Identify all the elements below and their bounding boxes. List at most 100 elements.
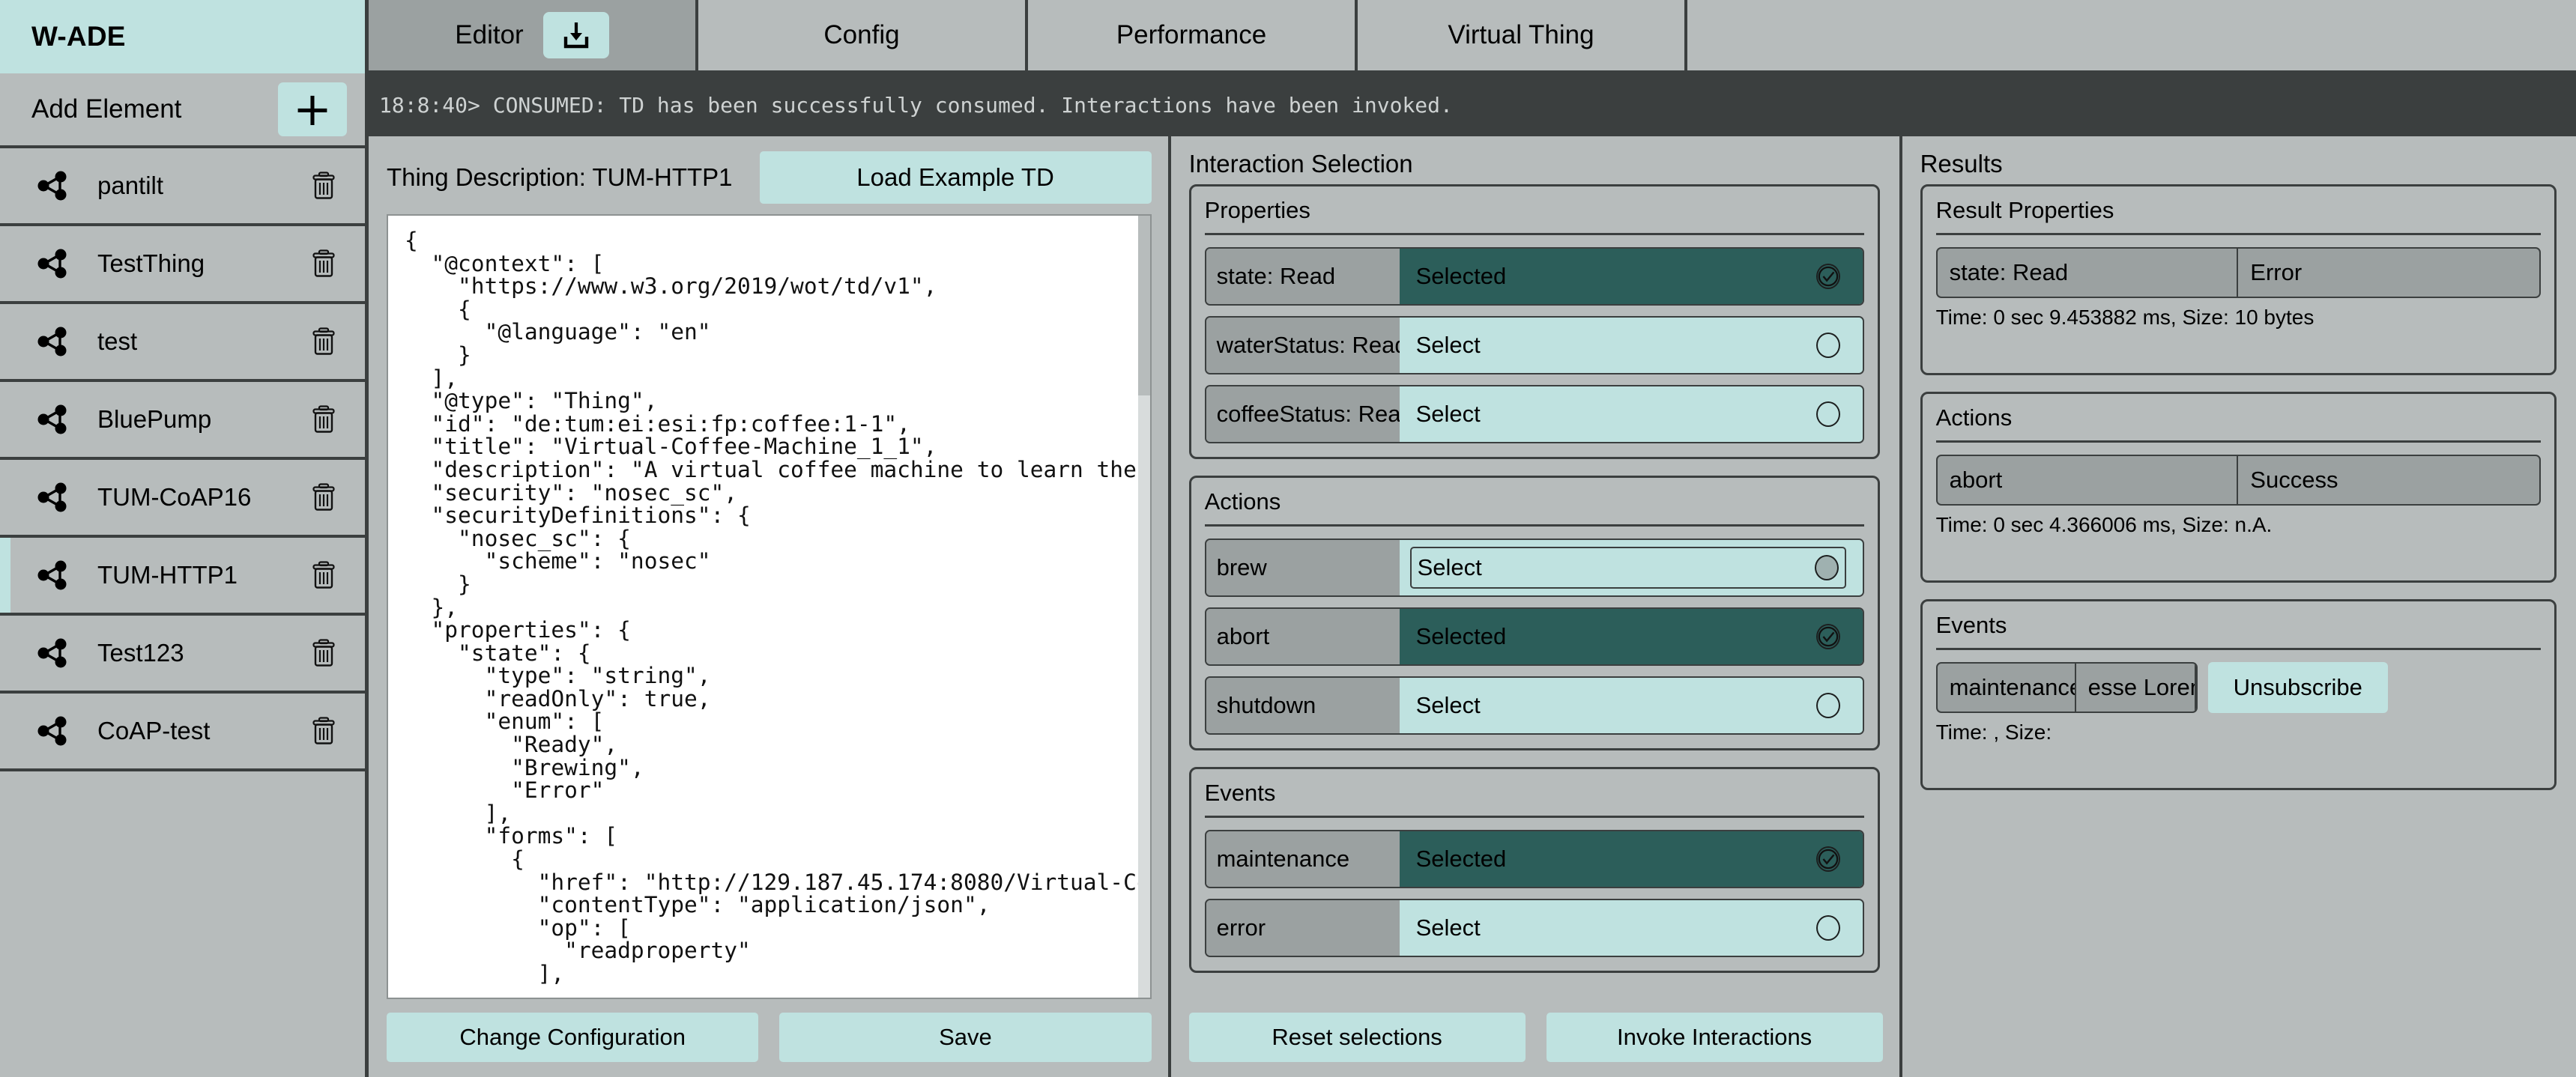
share-nodes-icon (22, 248, 84, 279)
result-meta: Time: 0 sec 9.453882 ms, Size: 10 bytes (1935, 306, 2315, 329)
interaction-row-label: brew (1206, 540, 1400, 595)
tab-virtual-thing[interactable]: Virtual Thing (1358, 0, 1687, 70)
change-configuration-button[interactable]: Change Configuration (387, 1013, 759, 1062)
download-td-button[interactable] (542, 12, 609, 58)
result-row-name: abort (1938, 456, 2239, 504)
interaction-select-toggle[interactable]: Select (1399, 900, 1863, 956)
interaction-select-inner: Select (1410, 393, 1846, 435)
results-group-actions: Actions abort Success Time: 0 sec 4.3660… (1920, 392, 2557, 583)
circle-icon (1815, 693, 1840, 718)
delete-thing-button[interactable] (303, 553, 344, 598)
share-nodes-icon (37, 482, 67, 512)
main-area: Editor Config Performance Virtual Thing 18… (369, 0, 2576, 1077)
plus-icon: + (293, 82, 332, 136)
delete-thing-button[interactable] (303, 475, 344, 520)
interaction-row: state: Read Selected (1204, 247, 1864, 306)
thing-list: pantilt TestThing test BluePump TUM-CoAP… (0, 148, 365, 771)
interaction-select-label: Selected (1415, 263, 1507, 289)
trash-icon (312, 717, 335, 744)
delete-thing-button[interactable] (303, 631, 344, 676)
delete-thing-button[interactable] (303, 319, 344, 364)
interaction-select-label: Selected (1415, 623, 1507, 649)
editor-button-row: Change Configuration Save (369, 999, 1168, 1077)
tab-label: Editor (455, 20, 524, 49)
result-row: abort Success (1935, 455, 2541, 506)
tab-performance[interactable]: Performance (1028, 0, 1358, 70)
thing-list-item-label: test (97, 327, 138, 355)
interaction-row-label: waterStatus: Read (1206, 318, 1400, 373)
thing-selected-indicator (0, 382, 10, 457)
unsubscribe-button[interactable]: Unsubscribe (2207, 662, 2388, 713)
editor-scrollbar[interactable] (1137, 216, 1150, 998)
share-nodes-icon (22, 637, 84, 669)
interaction-select-label: Select (1415, 332, 1481, 358)
delete-thing-button[interactable] (303, 397, 344, 442)
check-circle-icon (1818, 849, 1838, 870)
share-nodes-icon (37, 638, 67, 668)
interaction-select-toggle[interactable]: Select (1399, 386, 1863, 442)
thing-list-item-label: BluePump (97, 405, 212, 433)
invoke-interactions-button[interactable]: Invoke Interactions (1546, 1013, 1883, 1062)
interaction-select-inner: Selected (1410, 255, 1846, 297)
check-circle-icon (1815, 624, 1840, 649)
interaction-row-label: maintenance (1206, 831, 1400, 887)
reset-selections-button[interactable]: Reset selections (1188, 1013, 1526, 1062)
interaction-row-label: error (1206, 900, 1400, 956)
interaction-select-toggle[interactable]: Select (1399, 678, 1863, 733)
interaction-select-toggle[interactable]: Select (1399, 540, 1863, 595)
thing-selected-indicator (0, 460, 10, 535)
delete-thing-button[interactable] (303, 241, 344, 286)
interaction-groups: Properties state: Read Selected waterSta… (1171, 184, 1899, 999)
trash-icon (312, 561, 335, 589)
thing-list-item[interactable]: pantilt (0, 148, 365, 226)
share-nodes-icon (37, 171, 67, 201)
interaction-group-title: Events (1204, 780, 1864, 818)
trash-icon (312, 639, 335, 667)
delete-thing-button[interactable] (303, 709, 344, 753)
interaction-group-title: Actions (1204, 488, 1864, 527)
tab-label: Virtual Thing (1448, 20, 1594, 49)
console-log: 18:8:40> CONSUMED: TD has been successfu… (369, 73, 2576, 136)
thing-list-item[interactable]: BluePump (0, 382, 365, 460)
results-group-body: maintenance esse Lorem Unsubscribe Time: … (1935, 662, 2541, 774)
results-group-title: Events (1935, 612, 2541, 650)
td-json-editor[interactable]: { "@context": [ "https://www.w3.org/2019… (387, 214, 1152, 999)
results-group-body: abort Success Time: 0 sec 4.366006 ms, S… (1935, 455, 2541, 567)
interaction-select-toggle[interactable]: Selected (1399, 609, 1863, 664)
thing-selected-indicator (0, 694, 10, 768)
share-nodes-icon (37, 249, 67, 279)
tab-config[interactable]: Config (698, 0, 1028, 70)
results-group-result-properties: Result Properties state: Read Error Time… (1920, 184, 2557, 375)
interaction-select-toggle[interactable]: Selected (1399, 831, 1863, 887)
interaction-row: brew Select (1204, 538, 1864, 597)
console-log-line: 18:8:40> CONSUMED: TD has been successfu… (379, 92, 1453, 118)
results-column: Results Result Properties state: Read Er… (1902, 136, 2576, 1077)
thing-list-item-label: TUM-HTTP1 (97, 561, 238, 589)
thing-list-item[interactable]: test (0, 304, 365, 382)
interaction-select-toggle[interactable]: Selected (1399, 249, 1863, 304)
add-element-row: Add Element + (0, 73, 365, 148)
thing-list-item[interactable]: TUM-HTTP1 (0, 538, 365, 616)
interaction-select-toggle[interactable]: Select (1399, 318, 1863, 373)
tab-editor[interactable]: Editor (369, 0, 698, 70)
result-meta: Time: 0 sec 4.366006 ms, Size: n.A. (1935, 513, 2273, 536)
thing-list-item[interactable]: TestThing (0, 226, 365, 304)
editor-scrollbar-thumb[interactable] (1137, 216, 1150, 395)
load-example-td-button[interactable]: Load Example TD (759, 151, 1152, 204)
circle-icon (1815, 401, 1840, 427)
delete-thing-button[interactable] (303, 163, 344, 208)
trash-icon (312, 405, 335, 433)
interaction-select-inner: Select (1409, 547, 1846, 589)
download-icon (563, 22, 588, 49)
tab-label: Performance (1116, 20, 1267, 49)
thing-list-item[interactable]: Test123 (0, 616, 365, 694)
thing-list-item[interactable]: TUM-CoAP16 (0, 460, 365, 538)
add-element-button[interactable]: + (278, 82, 347, 136)
interaction-row-label: shutdown (1206, 678, 1400, 733)
td-json-content[interactable]: { "@context": [ "https://www.w3.org/2019… (388, 216, 1150, 986)
interaction-select-inner: Select (1410, 685, 1846, 726)
check-circle-icon (1818, 626, 1838, 647)
thing-list-item[interactable]: CoAP-test (0, 694, 365, 771)
save-button[interactable]: Save (779, 1013, 1152, 1062)
results-group-title: Result Properties (1935, 197, 2541, 235)
